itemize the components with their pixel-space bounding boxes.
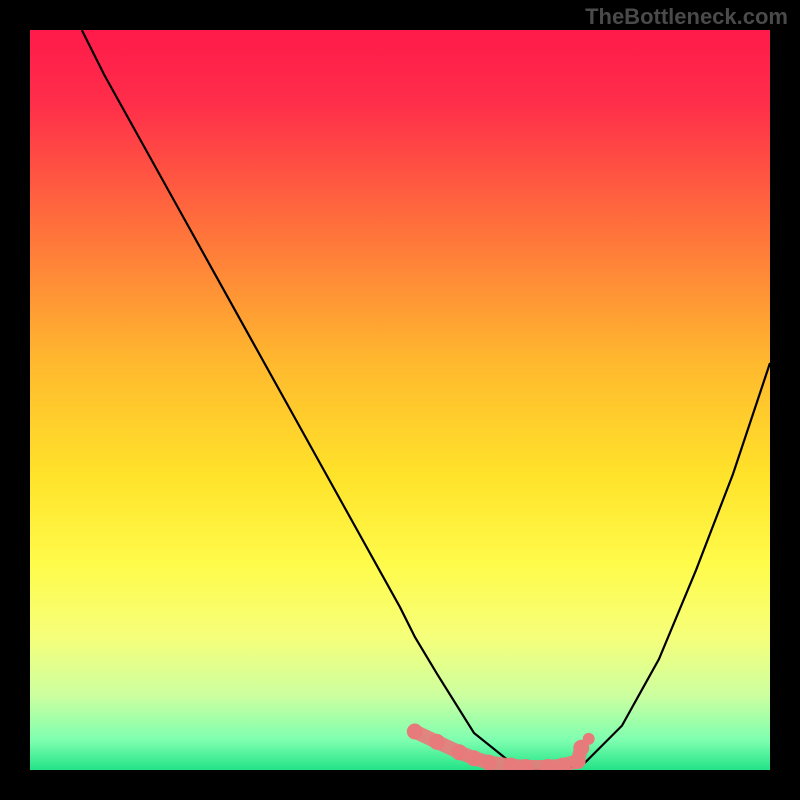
plot-area — [30, 30, 770, 770]
chart-frame: TheBottleneck.com — [0, 0, 800, 800]
watermark-text: TheBottleneck.com — [585, 4, 788, 30]
chart-svg — [30, 30, 770, 770]
